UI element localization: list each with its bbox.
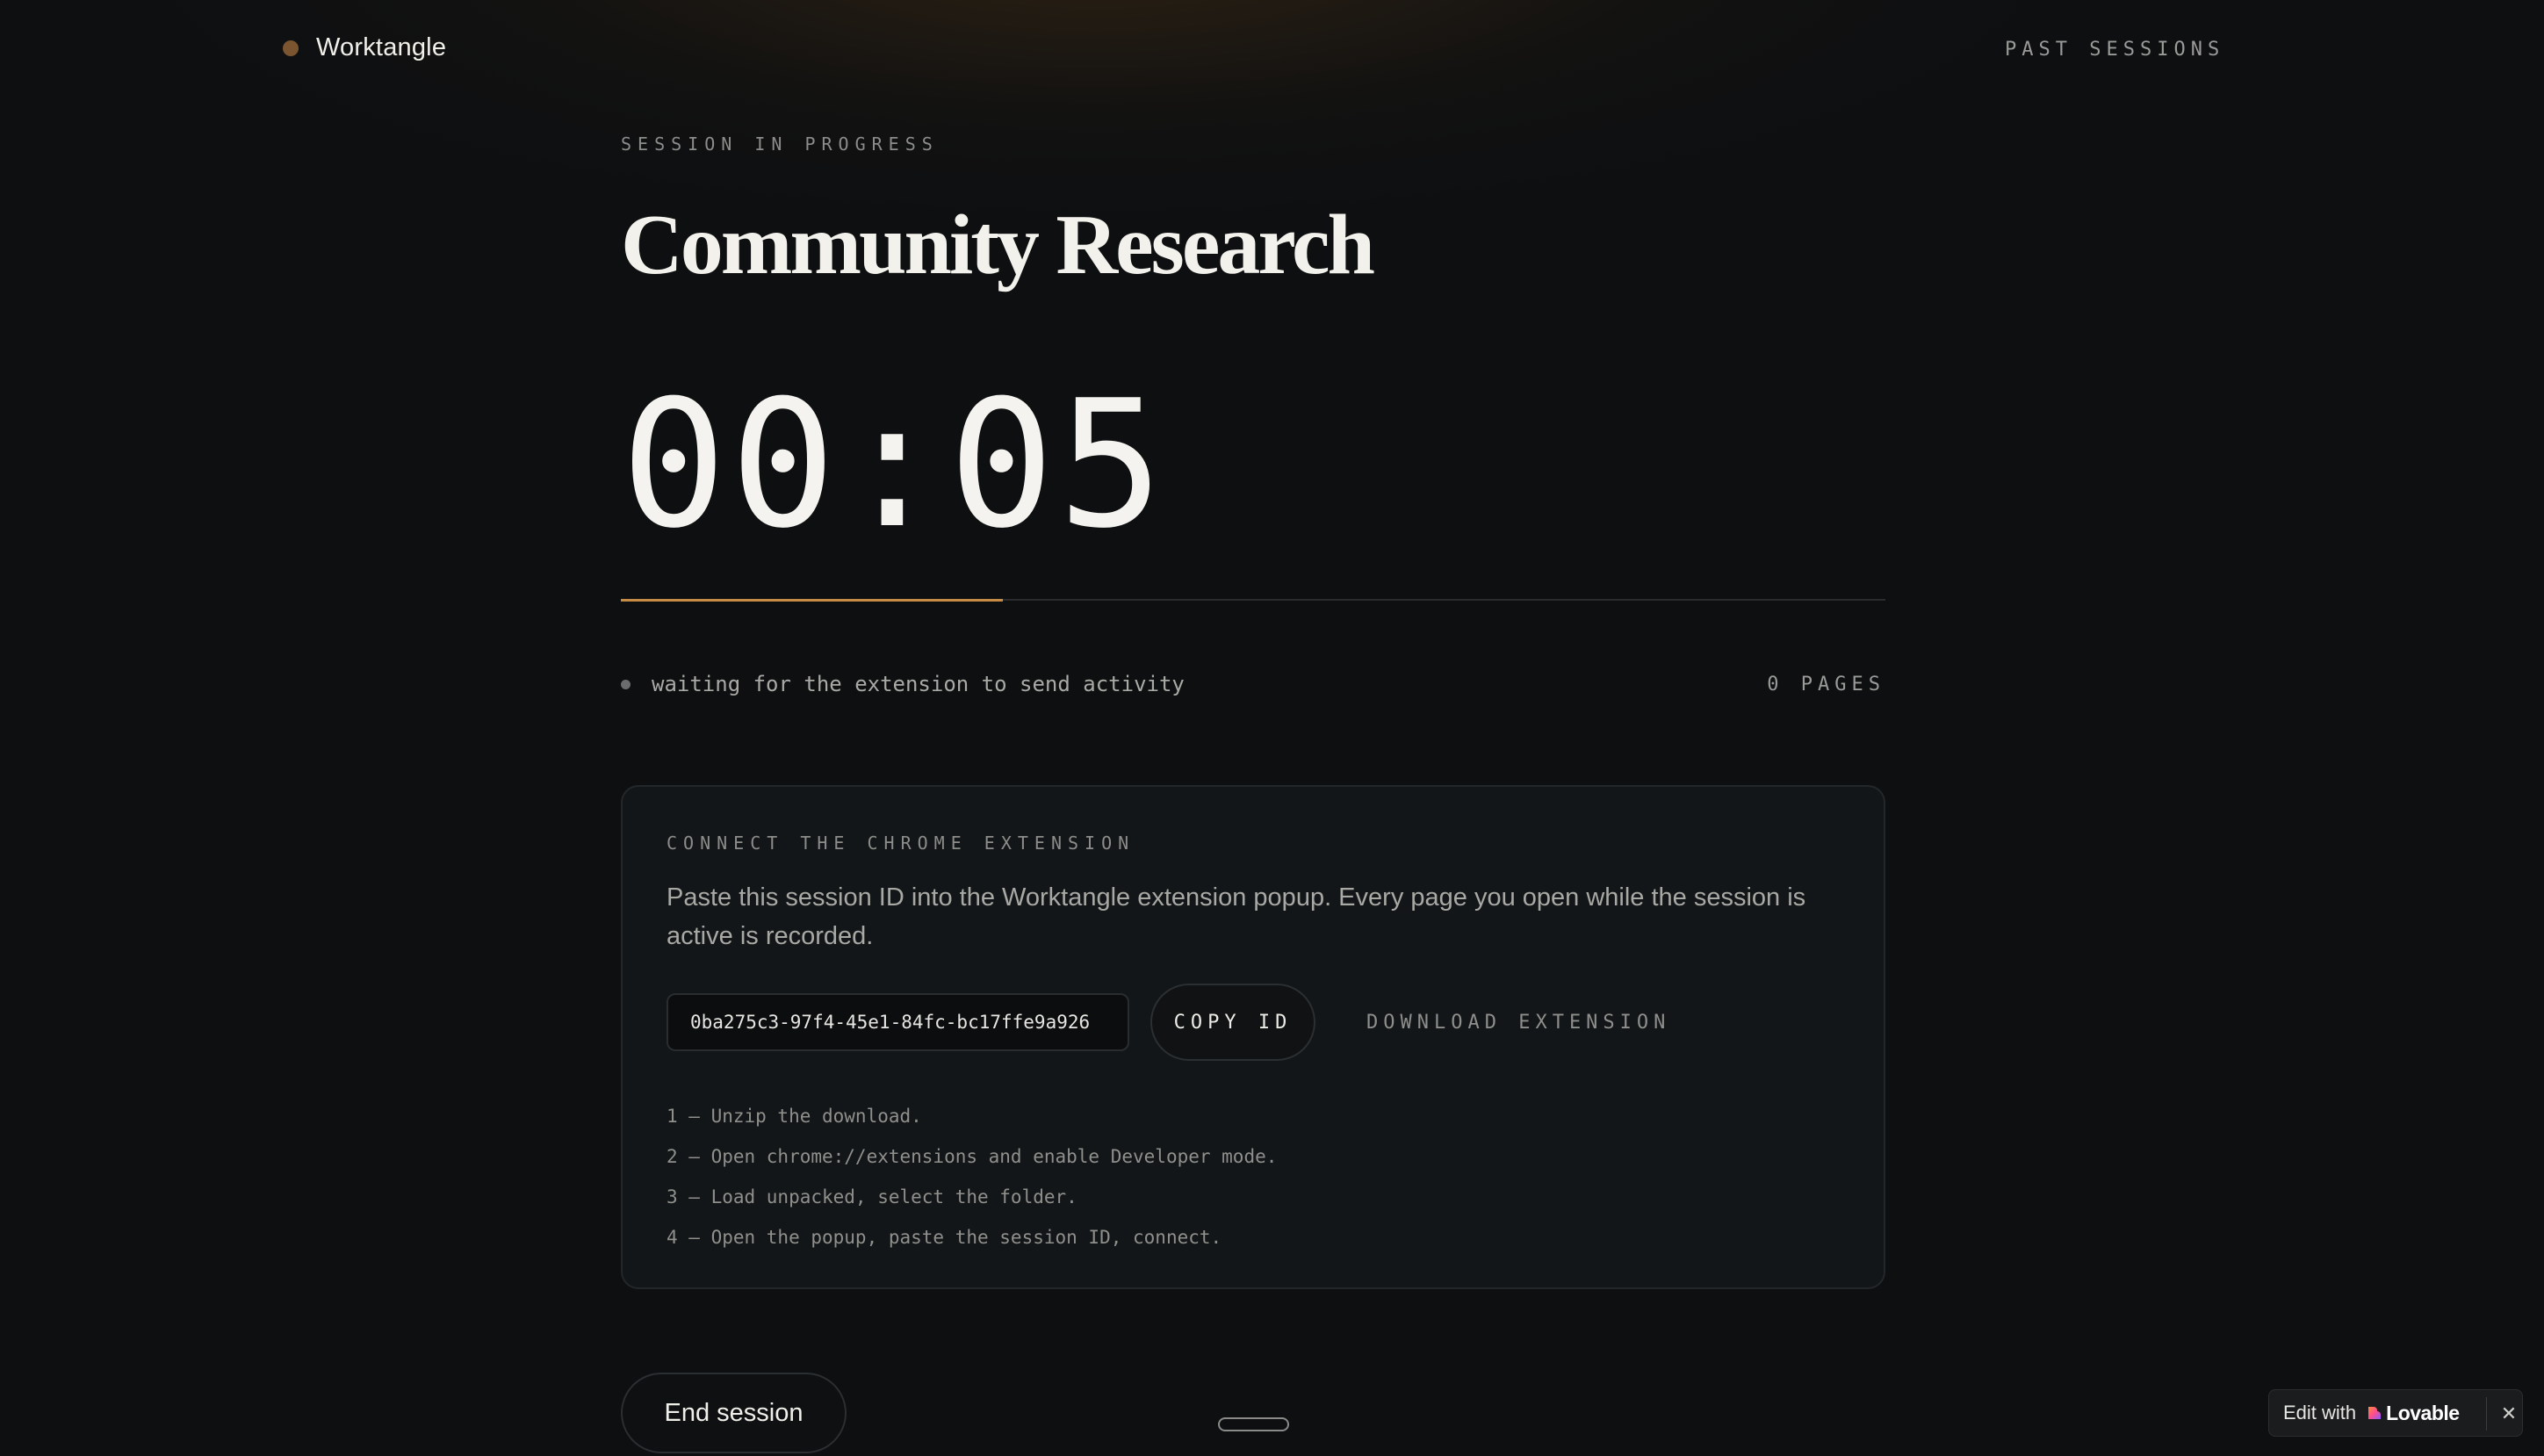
close-icon[interactable]: ✕ xyxy=(2496,1390,2522,1438)
session-id-row: 0ba275c3-97f4-45e1-84fc-bc17ffe9a926 COP… xyxy=(667,984,1670,1061)
setup-step: 4 — Open the popup, paste the session ID… xyxy=(667,1227,1222,1248)
past-sessions-link[interactable]: PAST SESSIONS xyxy=(2005,39,2224,61)
brand[interactable]: Worktangle xyxy=(283,33,446,62)
status-dot-icon xyxy=(621,679,631,689)
session-progress-fill xyxy=(621,599,1003,602)
session-progress-bar xyxy=(621,599,1885,602)
session-status-eyebrow: SESSION IN PROGRESS xyxy=(621,133,939,155)
setup-steps-list: 1 — Unzip the download. 2 — Open chrome:… xyxy=(667,1096,1277,1258)
edit-with-label: Edit with xyxy=(2283,1402,2357,1424)
setup-step: 3 — Load unpacked, select the folder. xyxy=(667,1186,1077,1207)
lovable-wordmark: Lovable xyxy=(2386,1401,2460,1424)
card-heading: CONNECT THE CHROME EXTENSION xyxy=(667,833,1135,854)
lovable-heart-icon xyxy=(2368,1407,2382,1419)
page-title: Community Research xyxy=(621,198,1375,292)
setup-step: 1 — Unzip the download. xyxy=(667,1106,922,1127)
activity-status-text: waiting for the extension to send activi… xyxy=(652,672,1185,696)
connect-extension-card: CONNECT THE CHROME EXTENSION Paste this … xyxy=(621,785,1885,1289)
activity-status-row: waiting for the extension to send activi… xyxy=(621,672,1885,696)
copy-id-button[interactable]: COPY ID xyxy=(1150,984,1315,1061)
badge-divider xyxy=(2486,1397,2487,1431)
end-session-button[interactable]: End session xyxy=(621,1373,847,1453)
brand-name: Worktangle xyxy=(316,33,447,61)
card-description: Paste this session ID into the Worktangl… xyxy=(667,883,1806,950)
setup-step: 2 — Open chrome://extensions and enable … xyxy=(667,1146,1278,1167)
pages-count: 0 PAGES xyxy=(1767,673,1885,696)
lovable-logo: Lovable xyxy=(2367,1401,2460,1425)
session-timer: 00:05 xyxy=(621,363,1168,567)
session-id-field[interactable]: 0ba275c3-97f4-45e1-84fc-bc17ffe9a926 xyxy=(667,993,1129,1051)
download-extension-link[interactable]: DOWNLOAD EXTENSION xyxy=(1366,1012,1670,1034)
edit-with-lovable-badge[interactable]: Edit with Lovable ✕ xyxy=(2268,1389,2523,1437)
scroll-handle[interactable] xyxy=(1218,1417,1289,1431)
brand-dot-icon xyxy=(283,40,299,56)
